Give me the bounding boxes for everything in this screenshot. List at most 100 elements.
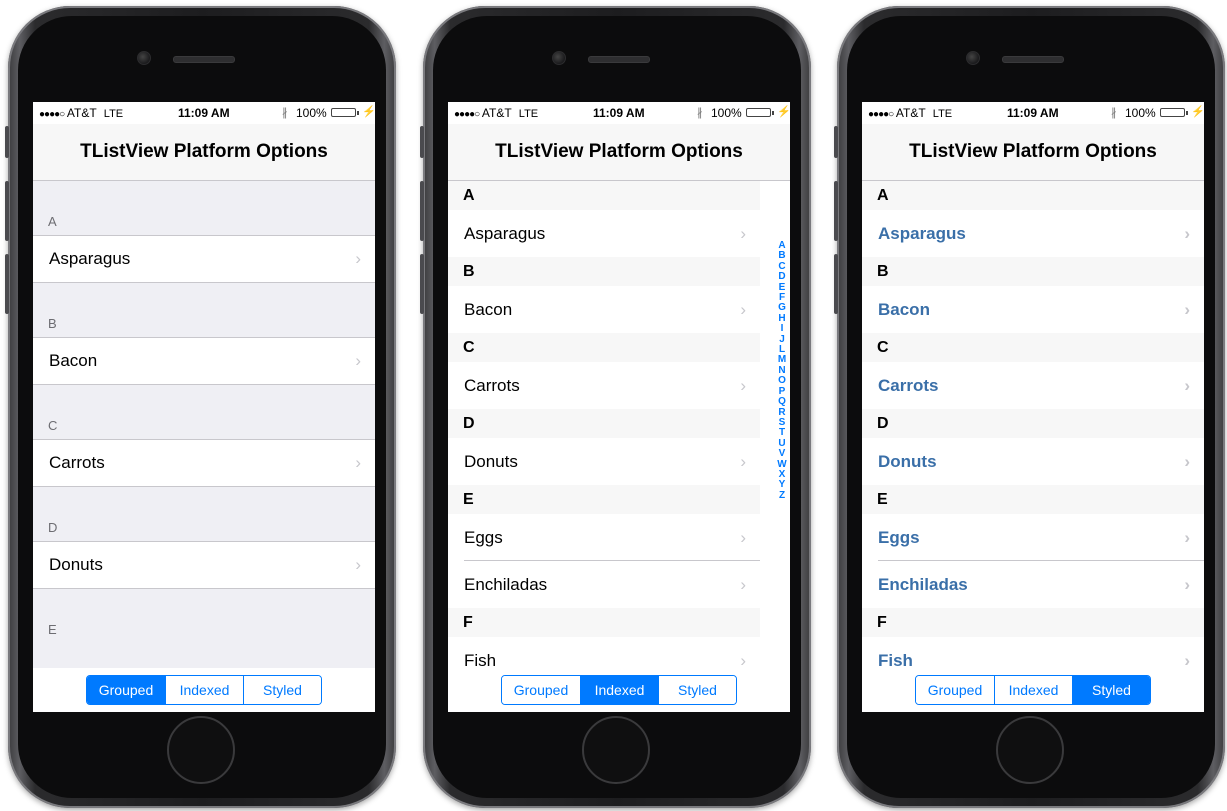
- chevron-right-icon: ›: [1184, 575, 1190, 594]
- chevron-right-icon: ›: [740, 376, 746, 395]
- signal-icon: ●●●●○: [868, 109, 894, 120]
- index-letter-z[interactable]: Z: [776, 490, 788, 501]
- section-header: A: [862, 181, 1204, 210]
- network-type: LTE: [932, 108, 953, 120]
- index-letter-v[interactable]: V: [776, 448, 788, 459]
- segmented-control[interactable]: Grouped Indexed Styled: [86, 675, 322, 705]
- list-item-bacon[interactable]: Bacon ›: [448, 286, 760, 333]
- list-item-bacon[interactable]: Bacon ›: [33, 337, 375, 385]
- section-header: B: [448, 257, 760, 286]
- list-item-asparagus[interactable]: Asparagus ›: [33, 235, 375, 283]
- styled-list[interactable]: A Asparagus › B Bacon › C Carrots › D Do…: [862, 181, 1204, 684]
- section-header: C: [862, 333, 1204, 362]
- volume-down-button: [5, 254, 9, 314]
- bluetooth-icon: ∦: [1111, 107, 1117, 119]
- list-item-enchiladas[interactable]: Enchiladas ›: [862, 561, 1204, 608]
- mute-switch: [834, 126, 838, 158]
- chevron-right-icon: ›: [1184, 224, 1190, 243]
- section-header: E: [33, 589, 375, 643]
- list-item-donuts[interactable]: Donuts ›: [862, 438, 1204, 485]
- section-header: F: [448, 608, 760, 637]
- segment-bar: Grouped Indexed Styled: [448, 668, 790, 712]
- grouped-list[interactable]: A Asparagus › B Bacon › C Carrots › D Do…: [33, 181, 375, 683]
- list-item-enchiladas[interactable]: Enchiladas ›: [448, 561, 760, 608]
- carrier-info: ●●●●○ AT&T LTE: [454, 106, 538, 120]
- battery-icon: [331, 108, 356, 117]
- status-bar: ●●●●○ AT&T LTE 11:09 AM ∦ 100% ⚡: [862, 102, 1204, 124]
- section-header: E: [862, 485, 1204, 514]
- indexed-list[interactable]: A Asparagus › B Bacon › C Carrots › D Do…: [448, 181, 790, 684]
- section-header: D: [448, 409, 760, 438]
- segment-indexed[interactable]: Indexed: [581, 676, 659, 704]
- bluetooth-icon: ∦: [282, 107, 288, 119]
- list-item-carrots[interactable]: Carrots ›: [862, 362, 1204, 409]
- segment-grouped[interactable]: Grouped: [502, 676, 581, 704]
- segment-grouped[interactable]: Grouped: [87, 676, 166, 704]
- chevron-right-icon: ›: [1184, 452, 1190, 471]
- section-header: A: [448, 181, 760, 210]
- status-time: 11:09 AM: [593, 106, 645, 120]
- segment-styled[interactable]: Styled: [244, 676, 321, 704]
- list-item-bacon[interactable]: Bacon ›: [862, 286, 1204, 333]
- chevron-right-icon: ›: [1184, 376, 1190, 395]
- front-camera-icon: [552, 51, 566, 65]
- section-header: A: [33, 181, 375, 235]
- network-type: LTE: [103, 108, 124, 120]
- list-item-donuts[interactable]: Donuts ›: [33, 541, 375, 589]
- section-header: F: [862, 608, 1204, 637]
- chevron-right-icon: ›: [355, 453, 361, 472]
- home-button[interactable]: [167, 716, 235, 784]
- home-button[interactable]: [582, 716, 650, 784]
- signal-icon: ●●●●○: [39, 109, 65, 120]
- charging-icon: ⚡: [777, 106, 790, 118]
- list-item-carrots[interactable]: Carrots ›: [448, 362, 760, 409]
- section-header: C: [33, 385, 375, 439]
- front-camera-icon: [137, 51, 151, 65]
- chevron-right-icon: ›: [740, 224, 746, 243]
- chevron-right-icon: ›: [740, 300, 746, 319]
- status-time: 11:09 AM: [178, 106, 230, 120]
- volume-down-button: [834, 254, 838, 314]
- volume-up-button: [5, 181, 9, 241]
- carrier-name: AT&T: [66, 106, 97, 120]
- segmented-control[interactable]: Grouped Indexed Styled: [915, 675, 1151, 705]
- volume-up-button: [420, 181, 424, 241]
- home-button[interactable]: [996, 716, 1064, 784]
- list-item-eggs[interactable]: Eggs ›: [862, 514, 1204, 561]
- phone-grouped: ●●●●○ AT&T LTE 11:09 AM ∦ 100% ⚡ TListVi…: [5, 6, 396, 808]
- list-item-eggs[interactable]: Eggs ›: [448, 514, 760, 561]
- segment-indexed[interactable]: Indexed: [995, 676, 1073, 704]
- speaker-icon: [1002, 56, 1064, 63]
- chevron-right-icon: ›: [740, 452, 746, 471]
- charging-icon: ⚡: [1191, 106, 1204, 118]
- section-index-bar[interactable]: ABCDEFGHIJLMNOPQRSTUVWXYZ: [776, 240, 788, 501]
- screen: ●●●●○ AT&T LTE 11:09 AM ∦ 100% ⚡ TListVi…: [862, 102, 1204, 712]
- section-header: D: [33, 487, 375, 541]
- list-item-donuts[interactable]: Donuts ›: [448, 438, 760, 485]
- segment-styled[interactable]: Styled: [659, 676, 736, 704]
- chevron-right-icon: ›: [355, 555, 361, 574]
- status-bar: ●●●●○ AT&T LTE 11:09 AM ∦ 100% ⚡: [33, 102, 375, 124]
- charging-icon: ⚡: [362, 106, 375, 118]
- segment-indexed[interactable]: Indexed: [166, 676, 244, 704]
- segmented-control[interactable]: Grouped Indexed Styled: [501, 675, 737, 705]
- volume-up-button: [834, 181, 838, 241]
- screen: ●●●●○ AT&T LTE 11:09 AM ∦ 100% ⚡ TListVi…: [448, 102, 790, 712]
- chevron-right-icon: ›: [740, 528, 746, 547]
- battery-percent: 100%: [1125, 106, 1156, 120]
- list-item-carrots[interactable]: Carrots ›: [33, 439, 375, 487]
- carrier-name: AT&T: [895, 106, 926, 120]
- phone-indexed: ●●●●○ AT&T LTE 11:09 AM ∦ 100% ⚡ TListVi…: [420, 6, 811, 808]
- list-item-asparagus[interactable]: Asparagus ›: [862, 210, 1204, 257]
- segment-bar: Grouped Indexed Styled: [33, 668, 375, 712]
- battery-icon: [1160, 108, 1185, 117]
- segment-grouped[interactable]: Grouped: [916, 676, 995, 704]
- battery-icon: [746, 108, 771, 117]
- battery-percent: 100%: [296, 106, 327, 120]
- index-letter-q[interactable]: Q: [776, 396, 788, 407]
- list-item-asparagus[interactable]: Asparagus ›: [448, 210, 760, 257]
- status-bar: ●●●●○ AT&T LTE 11:09 AM ∦ 100% ⚡: [448, 102, 790, 124]
- page-title: TListView Platform Options: [33, 124, 375, 181]
- section-header: E: [448, 485, 760, 514]
- segment-styled[interactable]: Styled: [1073, 676, 1150, 704]
